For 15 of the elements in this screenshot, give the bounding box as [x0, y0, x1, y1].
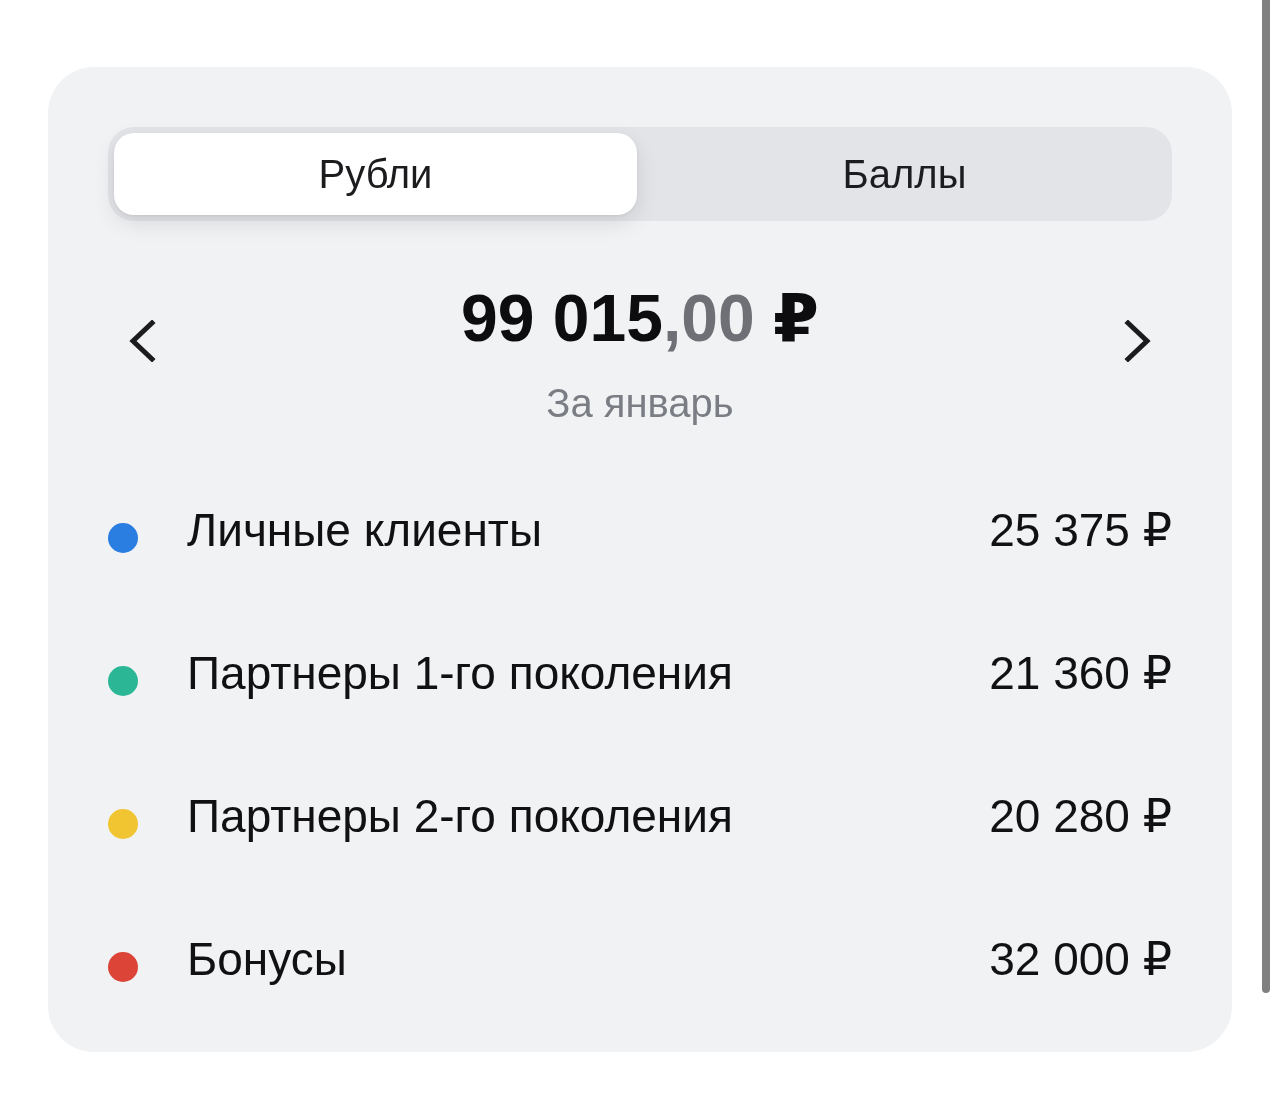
chevron-right-icon[interactable]	[1124, 320, 1152, 362]
category-label: Партнеры 1-го поколения	[187, 645, 734, 700]
category-label: Бонусы	[187, 931, 348, 986]
tab[interactable]: Рубли	[114, 133, 637, 215]
chevron-left-icon[interactable]	[128, 320, 156, 362]
category-amount: 25 375 ₽	[989, 502, 1172, 557]
scrollbar-thumb[interactable]	[1262, 0, 1270, 993]
period-label: За январь	[546, 380, 734, 427]
category-amount: 21 360 ₽	[989, 645, 1172, 700]
tab[interactable]: Баллы	[643, 133, 1166, 215]
category-amount: 32 000 ₽	[989, 931, 1172, 986]
category-label: Партнеры 2-го поколения	[187, 788, 734, 843]
total-amount: 99 015,00 ₽	[461, 280, 819, 357]
category-amount: 20 280 ₽	[989, 788, 1172, 843]
category-label: Личные клиенты	[187, 502, 543, 557]
